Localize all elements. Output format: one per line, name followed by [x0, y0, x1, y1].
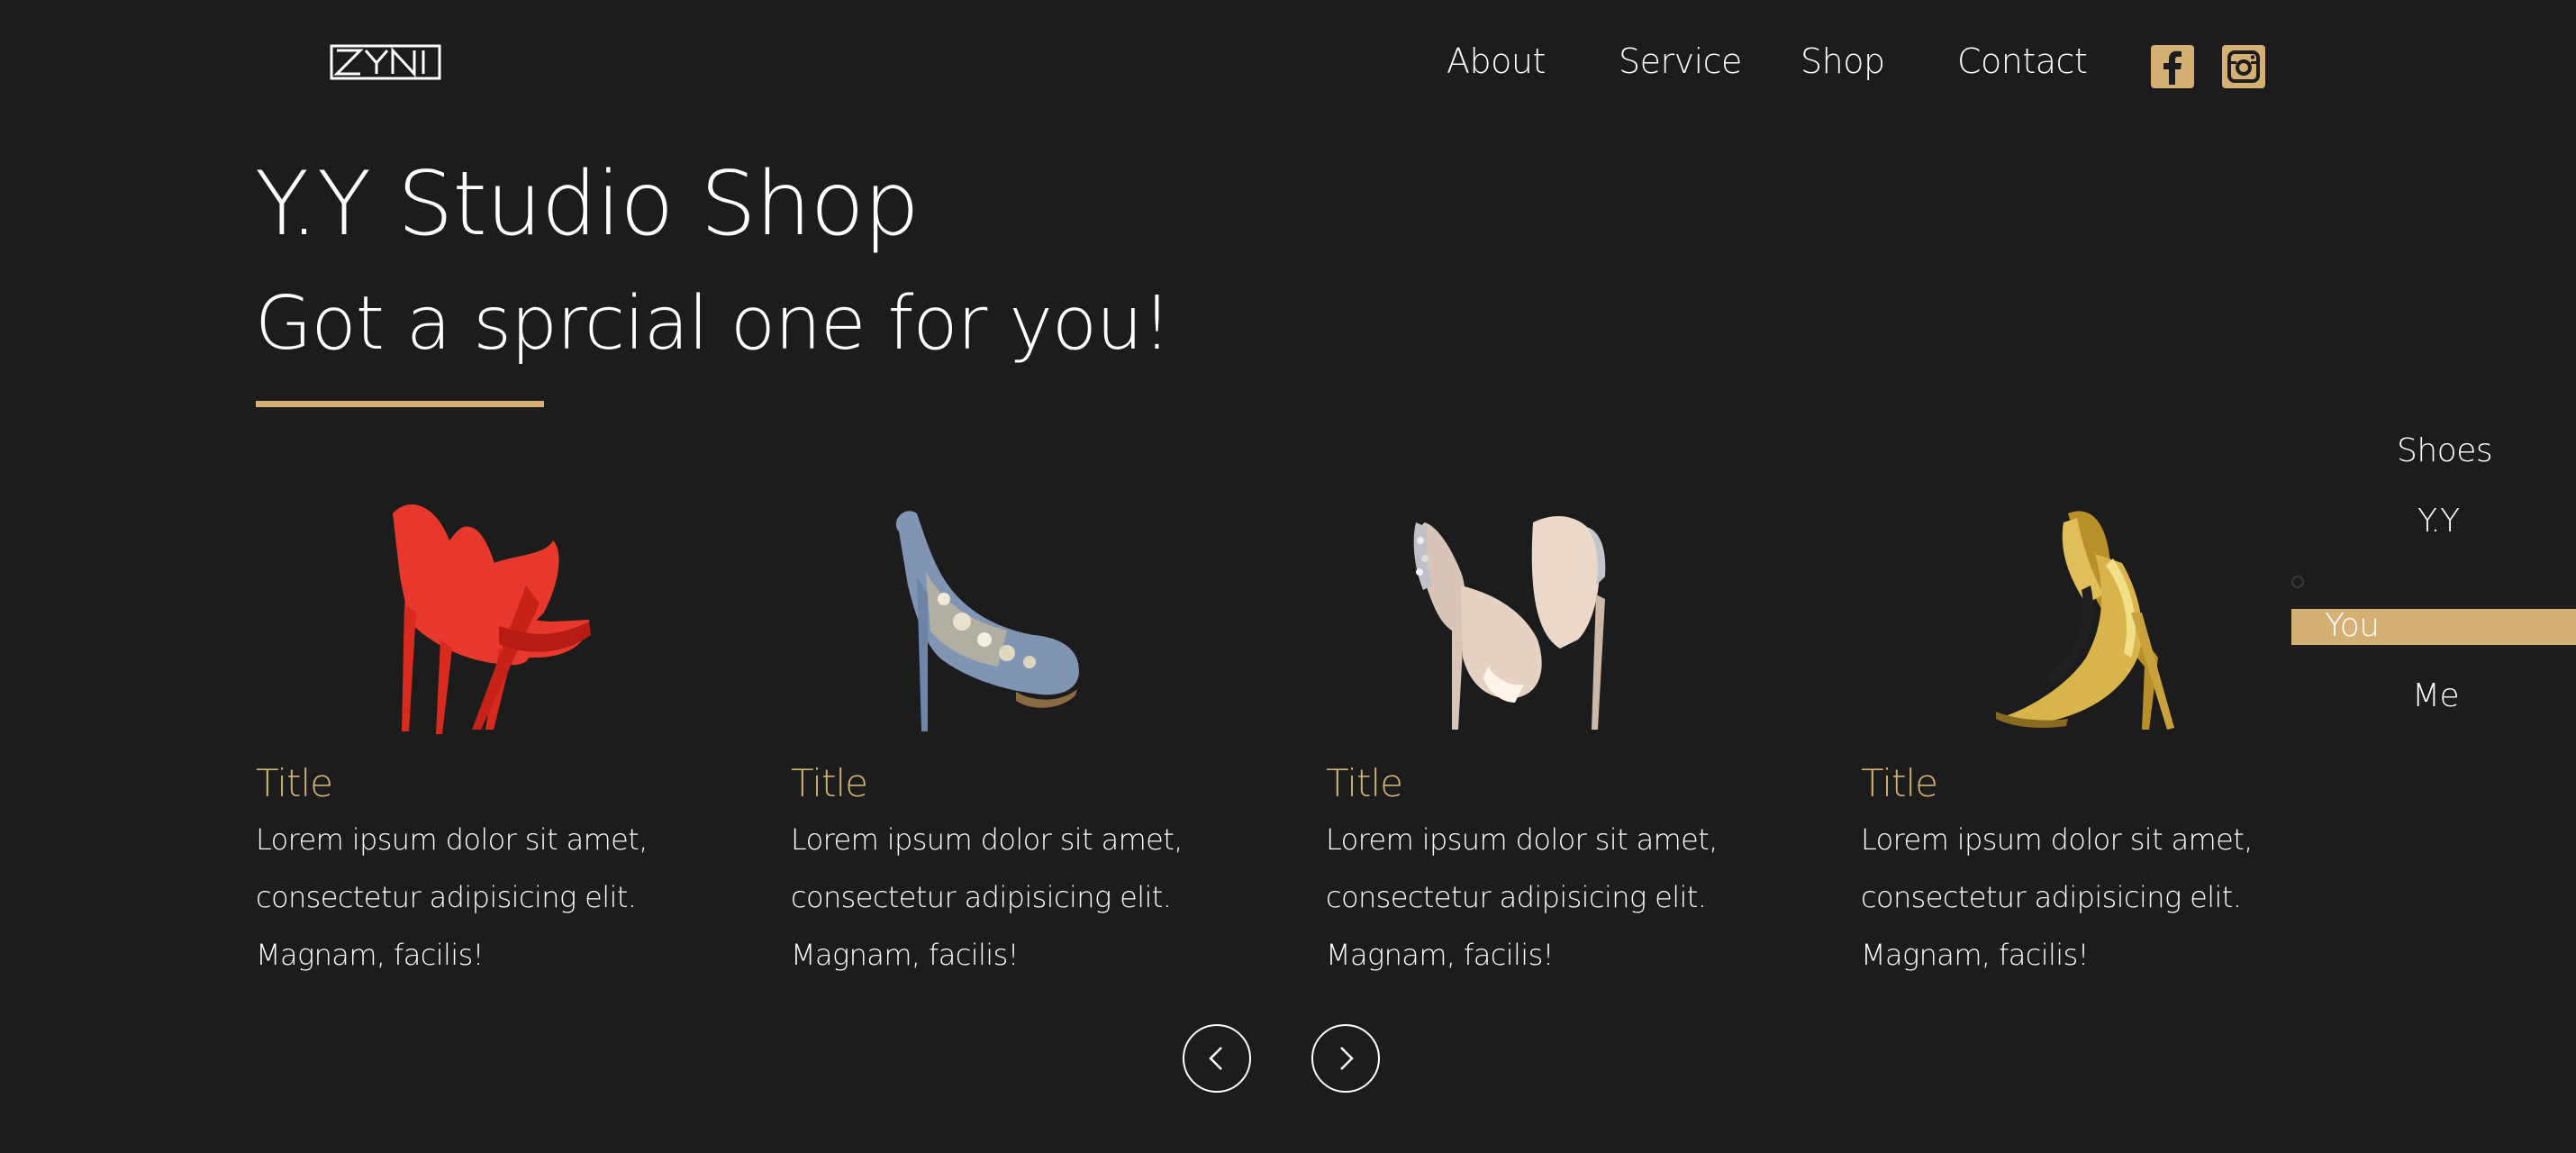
carousel-next-button[interactable] — [1311, 1024, 1380, 1093]
side-nav-item-you[interactable]: You — [2325, 607, 2380, 644]
side-nav-item-shoes[interactable]: Shoes — [2397, 432, 2493, 469]
product-description: Lorem ipsum dolor sit amet, consectetur … — [1861, 822, 2253, 972]
product-description: Lorem ipsum dolor sit amet, consectetur … — [256, 822, 648, 972]
carousel-prev-button[interactable] — [1183, 1024, 1251, 1093]
side-nav-item-me[interactable]: Me — [2412, 677, 2460, 714]
instagram-icon[interactable] — [2222, 45, 2265, 88]
product-card[interactable]: Title Lorem ipsum dolor sit amet, consec… — [791, 486, 1259, 972]
nav-link-about[interactable]: About — [1447, 41, 1546, 81]
side-nav-indicator-dot — [2291, 576, 2304, 588]
chevron-right-icon — [1340, 1047, 1354, 1070]
facebook-icon[interactable] — [2151, 45, 2194, 88]
product-image-denim-heel[interactable] — [791, 486, 1259, 757]
product-title[interactable]: Title — [256, 761, 333, 805]
hero-subtitle: Got a sprcial one for you! — [255, 281, 1172, 367]
brand-logo[interactable] — [330, 43, 441, 81]
product-description: Lorem ipsum dolor sit amet, consectetur … — [1326, 822, 1718, 972]
chevron-left-icon — [1209, 1047, 1222, 1070]
product-image-gold-heels[interactable] — [1861, 486, 2329, 757]
product-image-nude-heels[interactable] — [1326, 486, 1794, 757]
product-title[interactable]: Title — [1861, 761, 1938, 805]
nav-link-shop[interactable]: Shop — [1800, 41, 1885, 81]
product-description: Lorem ipsum dolor sit amet, consectetur … — [791, 822, 1183, 972]
product-image-red-heels[interactable] — [256, 486, 724, 757]
hero-title: Y.Y Studio Shop — [255, 153, 920, 256]
nav-link-contact[interactable]: Contact — [1957, 41, 2088, 81]
product-card[interactable]: Title Lorem ipsum dolor sit amet, consec… — [256, 486, 724, 972]
side-nav-item-yy[interactable]: Y.Y — [2417, 503, 2460, 540]
hero-underline — [256, 401, 544, 407]
nav-link-service[interactable]: Service — [1619, 41, 1742, 81]
product-card[interactable]: Title Lorem ipsum dolor sit amet, consec… — [1861, 486, 2329, 972]
product-card[interactable]: Title Lorem ipsum dolor sit amet, consec… — [1326, 486, 1794, 972]
product-title[interactable]: Title — [1326, 761, 1403, 805]
product-title[interactable]: Title — [791, 761, 868, 805]
